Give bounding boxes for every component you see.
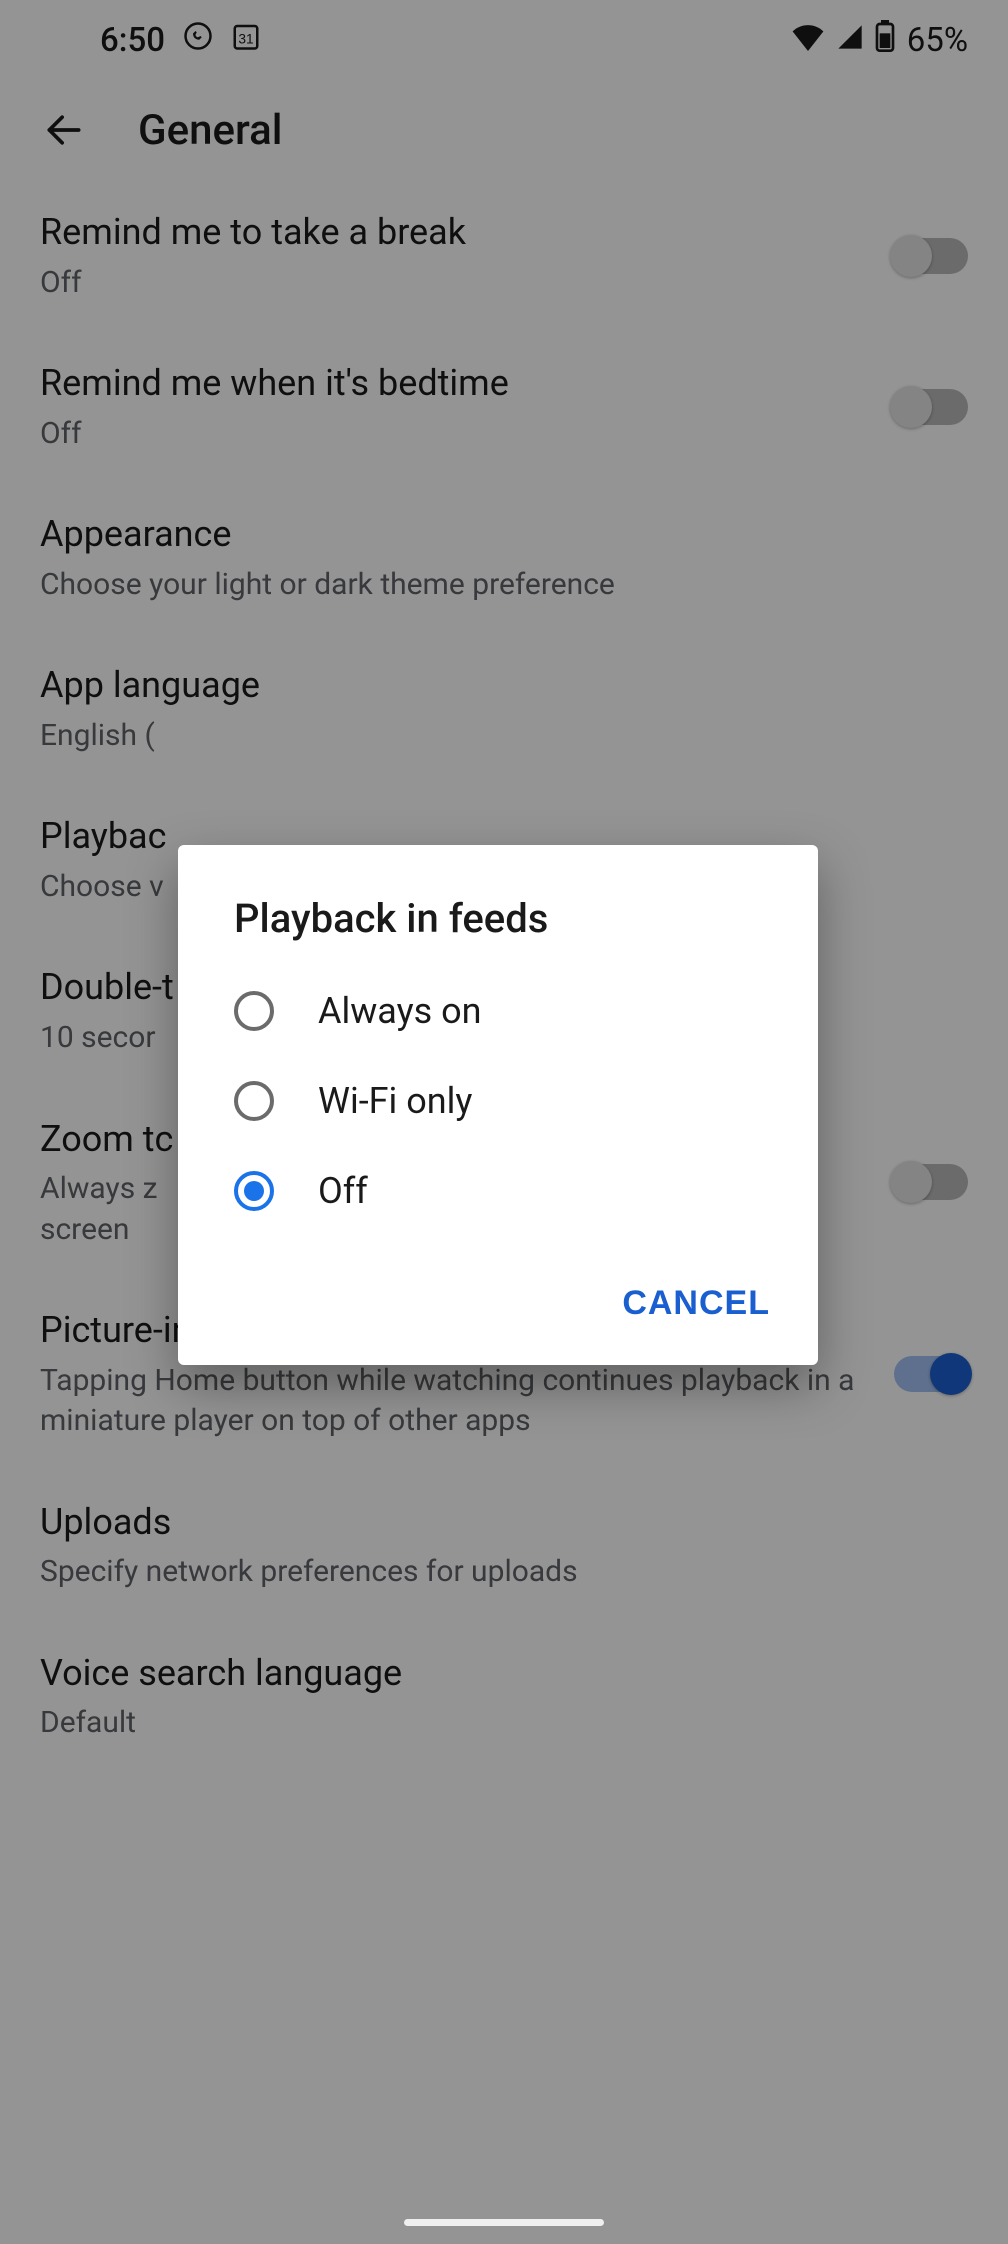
option-label: Wi-Fi only [318, 1080, 472, 1122]
radio-icon [234, 1081, 274, 1121]
playback-dialog: Playback in feeds Always on Wi-Fi only O… [178, 845, 818, 1365]
option-wifi-only[interactable]: Wi-Fi only [178, 1056, 818, 1146]
dialog-title: Playback in feeds [178, 885, 818, 966]
option-label: Off [318, 1170, 368, 1212]
cancel-button[interactable]: CANCEL [606, 1272, 786, 1335]
dialog-actions: CANCEL [178, 1236, 818, 1365]
option-off[interactable]: Off [178, 1146, 818, 1236]
nav-handle[interactable] [404, 2219, 604, 2226]
radio-icon [234, 1171, 274, 1211]
dialog-options: Always on Wi-Fi only Off [178, 966, 818, 1236]
option-always-on[interactable]: Always on [178, 966, 818, 1056]
option-label: Always on [318, 990, 482, 1032]
radio-icon [234, 991, 274, 1031]
